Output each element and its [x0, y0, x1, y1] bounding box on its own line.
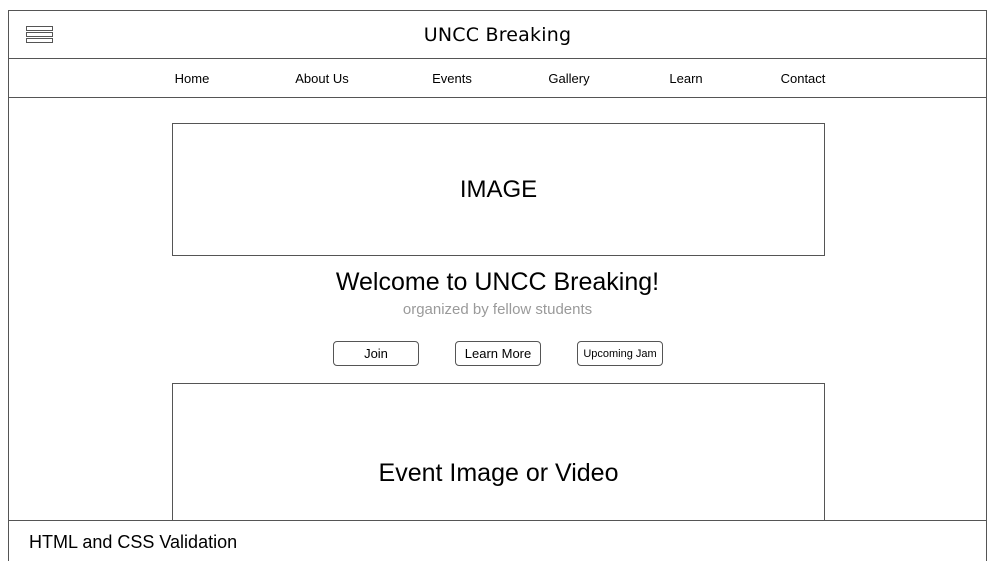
main-content: IMAGE Welcome to UNCC Breaking! organize… — [9, 98, 986, 520]
learn-more-button[interactable]: Learn More — [455, 341, 541, 366]
footer-validation-text: HTML and CSS Validation — [29, 532, 238, 552]
hero-image-label: IMAGE — [459, 176, 538, 203]
nav-item-learn[interactable]: Learn — [669, 71, 702, 86]
nav-item-about-us[interactable]: About Us — [295, 71, 348, 86]
nav-item-events[interactable]: Events — [432, 71, 472, 86]
header-bar: UNCC Breaking — [9, 11, 986, 59]
join-button[interactable]: Join — [333, 341, 419, 366]
event-media-label: Event Image or Video — [378, 459, 619, 487]
nav-item-contact[interactable]: Contact — [781, 71, 826, 86]
nav-item-home[interactable]: Home — [175, 71, 210, 86]
upcoming-jam-button[interactable]: Upcoming Jam — [577, 341, 663, 366]
hero-image-placeholder: IMAGE — [172, 123, 825, 256]
event-media-placeholder: Event Image or Video — [172, 383, 825, 520]
nav-item-gallery[interactable]: Gallery — [548, 71, 589, 86]
welcome-heading: Welcome to UNCC Breaking! — [335, 268, 660, 296]
welcome-subtitle: organized by fellow students — [402, 301, 593, 318]
site-title: UNCC Breaking — [423, 24, 572, 46]
footer: HTML and CSS Validation — [9, 520, 986, 561]
nav-bar: Home About Us Events Gallery Learn Conta… — [9, 59, 986, 98]
page-frame: UNCC Breaking Home About Us Events Galle… — [8, 10, 987, 561]
